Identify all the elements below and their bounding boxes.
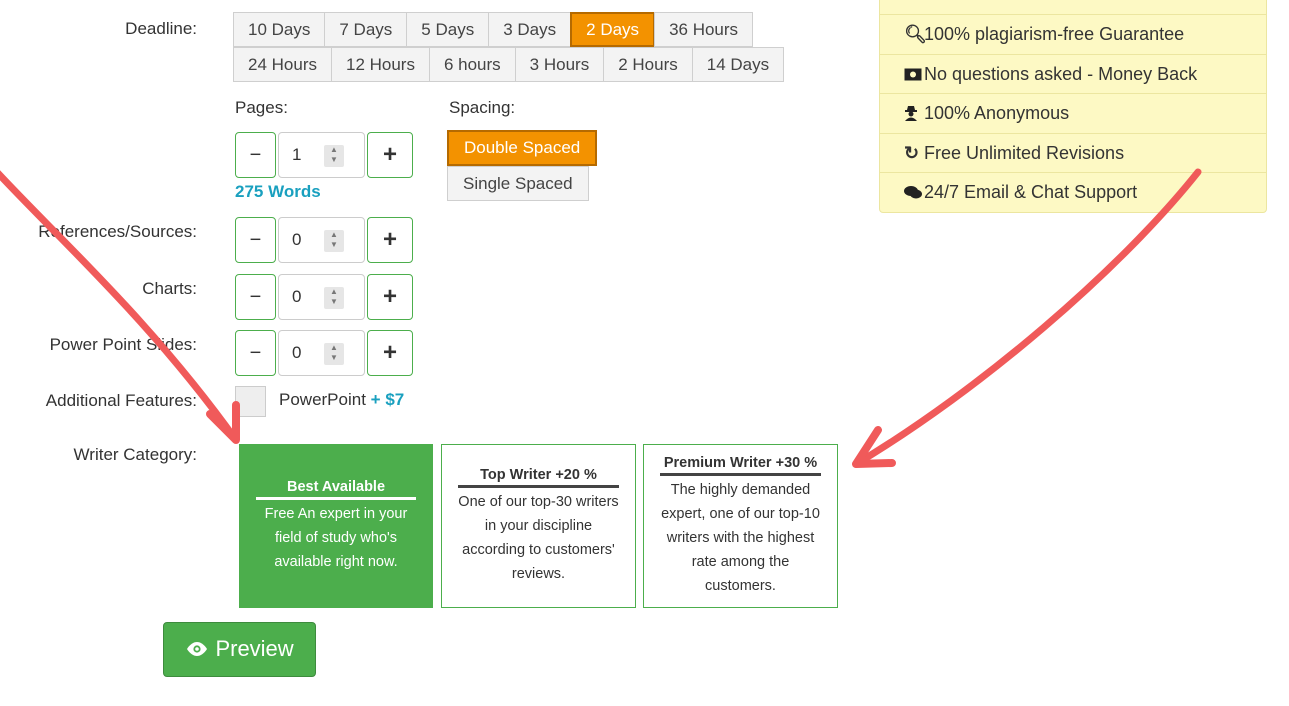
pages-input[interactable]: 1 ▲ ▼: [278, 132, 365, 178]
deadline-option-36-hours[interactable]: 36 Hours: [654, 12, 754, 47]
writer-card-top-writer[interactable]: Top Writer +20 % One of our top-30 write…: [441, 444, 636, 608]
powerpoint-checkbox[interactable]: [235, 386, 266, 417]
deadline-option-7-days[interactable]: 7 Days: [324, 12, 408, 47]
charts-stepper: − 0 ▲ ▼ +: [235, 274, 413, 320]
guarantee-item: No questions asked - Money Back: [880, 55, 1266, 94]
deadline-option-14-days[interactable]: 14 Days: [691, 47, 785, 82]
spin-arrows-icon[interactable]: ▲ ▼: [324, 343, 344, 365]
arrow-right-annotation: [852, 168, 1202, 468]
references-label: References/Sources:: [38, 222, 197, 241]
deadline-option-3-days[interactable]: 3 Days: [488, 12, 572, 47]
guarantee-text: No questions asked - Money Back: [924, 63, 1198, 84]
slides-value: 0: [292, 343, 302, 362]
deadline-option-24-hours[interactable]: 24 Hours: [233, 47, 332, 82]
guarantee-item: ↻ Free Unlimited Revisions: [880, 134, 1266, 173]
preview-button[interactable]: Preview: [163, 622, 316, 677]
references-decrement-button[interactable]: −: [235, 217, 276, 263]
references-stepper: − 0 ▲ ▼ +: [235, 217, 413, 263]
powerpoint-feature: PowerPoint + $7: [279, 390, 404, 410]
charts-increment-button[interactable]: +: [367, 274, 413, 320]
references-increment-button[interactable]: +: [367, 217, 413, 263]
pages-increment-button[interactable]: +: [367, 132, 413, 178]
search-icon: 🔍︎: [904, 24, 927, 44]
deadline-option-6-hours[interactable]: 6 hours: [428, 47, 516, 82]
guarantee-text: 24/7 Email & Chat Support: [924, 182, 1138, 202]
writer-card-premium-writer[interactable]: Premium Writer +30 % The highly demanded…: [643, 444, 838, 608]
pages-value: 1: [292, 145, 302, 164]
references-value: 0: [292, 230, 302, 249]
pages-decrement-button[interactable]: −: [235, 132, 276, 178]
deadline-option-3-hours[interactable]: 3 Hours: [514, 47, 605, 82]
slides-increment-button[interactable]: +: [367, 330, 413, 376]
slides-label: Power Point Slides:: [49, 335, 197, 354]
word-count: 275 Words: [235, 182, 321, 201]
spacing-label: Spacing:: [449, 98, 516, 117]
deadline-option-5-days[interactable]: 5 Days: [406, 12, 490, 47]
charts-input[interactable]: 0 ▲ ▼: [278, 274, 365, 320]
writer-category-label: Writer Category:: [73, 445, 197, 464]
guarantee-item-partial: [880, 0, 1266, 15]
refresh-icon: ↻: [904, 142, 920, 163]
pages-label: Pages:: [235, 98, 288, 117]
writer-card-best-available[interactable]: Best Available Free An expert in your fi…: [239, 444, 433, 608]
money-icon: [904, 55, 924, 94]
writer-card-title: Best Available: [256, 479, 416, 500]
writer-card-title: Top Writer +20 %: [458, 467, 619, 488]
single-spaced-button[interactable]: Single Spaced: [447, 166, 589, 201]
deadline-label: Deadline:: [125, 19, 197, 38]
charts-decrement-button[interactable]: −: [235, 274, 276, 320]
deadline-option-2-days[interactable]: 2 Days: [570, 12, 656, 47]
spin-arrows-icon[interactable]: ▲ ▼: [324, 230, 344, 252]
writer-card-title: Premium Writer +30 %: [660, 455, 821, 476]
guarantee-panel: 🔍︎100% plagiarism-free Guarantee No ques…: [879, 0, 1267, 213]
guarantee-item: 100% Anonymous: [880, 94, 1266, 134]
eye-icon: [185, 636, 215, 661]
deadline-row-2: 24 Hours 12 Hours 6 hours 3 Hours 2 Hour…: [233, 47, 785, 82]
powerpoint-feature-name: PowerPoint: [279, 390, 366, 409]
references-input[interactable]: 0 ▲ ▼: [278, 217, 365, 263]
preview-label: Preview: [215, 636, 294, 661]
guarantee-item: 🔍︎100% plagiarism-free Guarantee: [880, 15, 1266, 55]
charts-label: Charts:: [142, 279, 197, 298]
powerpoint-feature-price: + $7: [370, 390, 405, 409]
writer-card-description: The highly demanded expert, one of our t…: [661, 482, 820, 594]
deadline-options: 10 Days 7 Days 5 Days 3 Days 2 Days 36 H…: [233, 12, 785, 82]
pages-stepper: − 1 ▲ ▼ +: [235, 132, 413, 178]
writer-card-description: Free An expert in your field of study wh…: [264, 506, 408, 570]
deadline-option-12-hours[interactable]: 12 Hours: [330, 47, 430, 82]
slides-decrement-button[interactable]: −: [235, 330, 276, 376]
double-spaced-button[interactable]: Double Spaced: [447, 130, 598, 166]
comments-icon: [904, 173, 924, 212]
spin-arrows-icon[interactable]: ▲ ▼: [324, 287, 344, 309]
guarantee-text: 100% Anonymous: [924, 103, 1070, 123]
deadline-row-1: 10 Days 7 Days 5 Days 3 Days 2 Days 36 H…: [233, 12, 783, 47]
charts-value: 0: [292, 287, 302, 306]
user-secret-icon: [904, 94, 924, 133]
guarantee-item: 24/7 Email & Chat Support: [880, 173, 1266, 213]
writer-card-description: One of our top-30 writers in your discip…: [458, 494, 619, 582]
additional-features-label: Additional Features:: [45, 391, 197, 410]
deadline-option-10-days[interactable]: 10 Days: [233, 12, 326, 47]
slides-stepper: − 0 ▲ ▼ +: [235, 330, 413, 376]
guarantee-text: 100% plagiarism-free Guarantee: [924, 24, 1185, 44]
guarantee-text: Free Unlimited Revisions: [924, 142, 1125, 163]
slides-input[interactable]: 0 ▲ ▼: [278, 330, 365, 376]
spin-arrows-icon[interactable]: ▲ ▼: [324, 145, 344, 167]
deadline-option-2-hours[interactable]: 2 Hours: [603, 47, 693, 82]
